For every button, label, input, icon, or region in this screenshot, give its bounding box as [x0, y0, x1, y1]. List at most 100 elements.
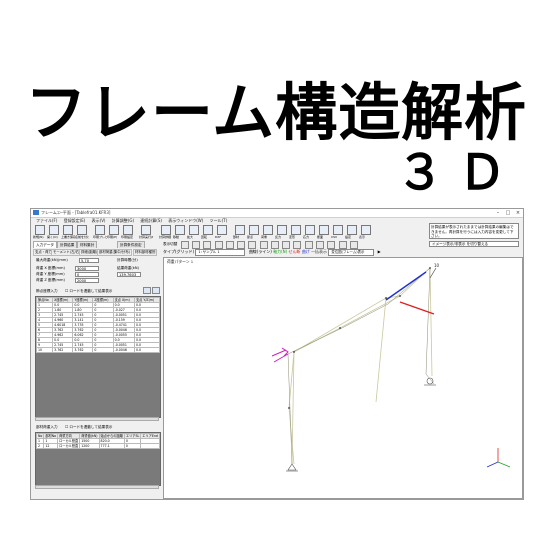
table-cell[interactable]: 0 — [123, 443, 142, 449]
view-iso-button[interactable] — [214, 241, 223, 249]
view-support-button[interactable] — [293, 241, 302, 249]
table-cell[interactable]: ローカル鉛直 — [57, 443, 81, 449]
new-button[interactable]: 新規(N) — [33, 225, 45, 240]
print-preview-button[interactable]: 印刷プレビュー — [93, 225, 107, 240]
menu-file[interactable]: ファイル(F) — [36, 218, 57, 224]
view-front-button[interactable] — [180, 241, 189, 249]
menu-calc[interactable]: 計算調整(G) — [112, 218, 134, 224]
table-cell[interactable]: ローカル鉛直 — [57, 438, 81, 444]
view-member-button[interactable] — [270, 241, 279, 249]
table-cell[interactable]: 0.0 — [133, 347, 161, 353]
load-x-input[interactable]: 3000 — [75, 266, 99, 271]
table-cell[interactable]: 12 — [43, 443, 59, 449]
section-icon — [319, 225, 329, 235]
settings-button[interactable]: 設定 — [345, 225, 357, 240]
deform-button[interactable]: 変形 — [289, 225, 301, 240]
frame-viewport[interactable]: 荷重パターン 1 10 — [163, 257, 523, 499]
close-button[interactable]: × — [513, 209, 523, 217]
menu-view[interactable]: 表示(V) — [92, 218, 106, 224]
view-side-button[interactable] — [191, 241, 200, 249]
table-cell[interactable]: 777.1 — [98, 443, 125, 449]
load-arrow — [271, 347, 289, 363]
menu-tools[interactable]: ツール(T) — [210, 218, 228, 224]
node-label: 10 — [434, 263, 440, 268]
subtab-moment[interactable]: モーメント(左/右) — [51, 249, 83, 256]
section-button[interactable]: 断面 — [317, 225, 329, 240]
sync-checkbox-2[interactable]: ☐ ロードを連動して結果表示 — [65, 425, 112, 430]
move-button[interactable]: 移動 — [173, 225, 185, 240]
tab-materials[interactable]: 材料集計 — [77, 241, 98, 248]
node-marker — [429, 267, 437, 279]
csv-button[interactable]: CSV — [331, 225, 343, 240]
max-load-input[interactable]: 5,70 — [79, 258, 99, 263]
member-button[interactable]: 部材 — [233, 225, 245, 240]
copy-icon[interactable] — [143, 287, 151, 294]
menu-window[interactable]: 表示ウィンドウ(W) — [168, 218, 203, 224]
sync-checkbox-1[interactable]: ☐ ロードを連動して結果表示 — [65, 289, 112, 294]
view-node-button[interactable] — [259, 241, 268, 249]
print-button[interactable]: 印刷(P) — [107, 225, 119, 240]
table-cell[interactable]: -0.0046 — [112, 347, 135, 353]
table-cell[interactable]: 3.762 — [72, 347, 94, 353]
save-as-button[interactable]: 名前を付けて保存 — [75, 225, 89, 240]
node-table-scrollbar[interactable] — [35, 417, 159, 421]
table-cell[interactable]: 3.762 — [52, 347, 74, 353]
maximize-button[interactable]: □ — [503, 209, 513, 217]
run-calc-button[interactable]: 計算実行(E) — [139, 225, 153, 240]
deformed-member — [287, 327, 343, 355]
view-moment-button[interactable] — [304, 241, 313, 249]
table-cell[interactable]: 1200 — [79, 443, 100, 449]
open-button[interactable]: 開く(O) — [47, 225, 59, 240]
frame-member — [429, 267, 433, 377]
save-button[interactable]: 上書き保存 — [61, 225, 75, 240]
calculator-icon — [141, 225, 151, 235]
tab-input-data[interactable]: 入力データ — [33, 241, 57, 248]
display-toggle-select[interactable]: イメージ表示/非表示 を切り替える — [429, 241, 519, 247]
node-button[interactable]: 節点 — [247, 225, 259, 240]
view-shear-button[interactable] — [316, 241, 325, 249]
view-axial-button[interactable] — [327, 241, 336, 249]
menu-batch[interactable]: 連続計算(S) — [140, 218, 162, 224]
table-row[interactable]: 10 3.762 3.762 0 -0.0046 0.0 — [35, 347, 161, 353]
view-load-button[interactable] — [282, 241, 291, 249]
view-top-button[interactable] — [203, 241, 212, 249]
pattern-select[interactable]: 1: サンプル 1 — [195, 249, 246, 256]
view-fit-button[interactable] — [248, 241, 257, 249]
view-label-button[interactable] — [349, 241, 358, 249]
minimize-button[interactable]: – — [493, 209, 503, 217]
table-row[interactable]: 2 12 ローカル鉛直 1200 777.1 0 — [35, 443, 160, 449]
view-zoom-out-button[interactable] — [237, 241, 246, 249]
dxf-button[interactable]: DXF — [215, 225, 227, 240]
rotate-button[interactable]: 回転 — [201, 225, 213, 240]
menu-edit[interactable]: 登録設定(E) — [64, 218, 86, 224]
frame-members — [288, 267, 433, 465]
print-settings-button[interactable]: 印刷設定 — [121, 225, 133, 240]
info-message: 計算結果が表示されたままでは計算結果の編集はできません。再計算を行うには入力内容… — [429, 223, 519, 239]
display-mode-select[interactable]: 変位図(フレーム)表示 — [328, 249, 375, 256]
menu-bar: ファイル(F) 登録設定(E) 表示(V) 計算調整(G) 連続計算(S) 表示… — [31, 218, 411, 224]
load-button[interactable]: 荷重 — [261, 225, 273, 240]
load-z-input[interactable]: 2000 — [75, 278, 99, 283]
paste-icon[interactable] — [152, 287, 160, 294]
result-load-value: 139.7603 — [117, 272, 141, 277]
member-load-scrollbar[interactable] — [35, 485, 159, 489]
view-deform-button[interactable] — [338, 241, 347, 249]
table-cell[interactable]: 2 — [35, 443, 45, 449]
folder-icon — [49, 225, 59, 235]
zoom-button[interactable]: 拡大 — [187, 225, 199, 240]
reaction-button[interactable]: 反力 — [275, 225, 287, 240]
load-y-input[interactable]: 0 — [75, 272, 99, 277]
table-cell[interactable]: 0 — [92, 347, 114, 353]
table-cell[interactable]: 10 — [35, 347, 54, 353]
tab-calc-settings[interactable]: 計算条件設定 — [117, 241, 145, 248]
subtab-member-load[interactable]: 部材荷重(集中/分布) — [97, 249, 132, 256]
display-button[interactable]: 表示 — [359, 225, 371, 240]
play-icon[interactable]: ▶ — [378, 249, 381, 254]
subtab-material[interactable]: 材料部材種別 — [133, 249, 158, 256]
stress-button[interactable]: 応力 — [303, 225, 315, 240]
load-y-label: 荷重 Y 座標(mm) — [36, 272, 65, 276]
table-cell[interactable] — [140, 443, 160, 449]
calc-detail-button[interactable]: 計算詳細 — [159, 225, 171, 240]
tab-results[interactable]: 計算結果 — [57, 241, 78, 248]
view-zoom-in-button[interactable] — [225, 241, 234, 249]
